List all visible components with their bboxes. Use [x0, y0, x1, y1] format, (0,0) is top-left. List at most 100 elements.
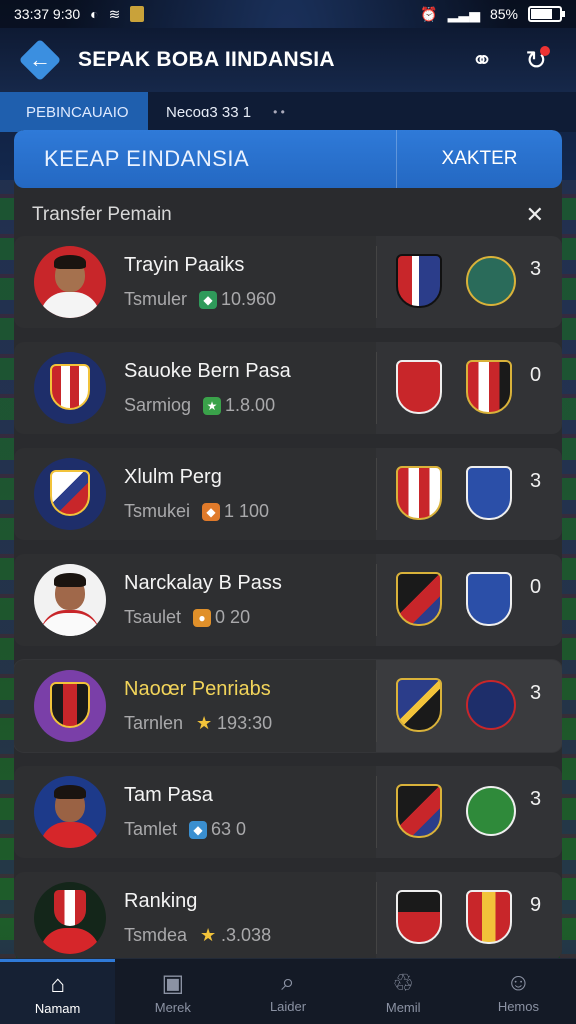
list-item[interactable]: Tam Pasa Tamlet ◆ 63 0 3	[14, 766, 562, 858]
row-count: 0	[530, 576, 542, 598]
star-icon: ★	[195, 713, 213, 733]
shield-icon: ◆	[199, 290, 218, 309]
row-count: 3	[530, 258, 542, 280]
club-crest-icon	[466, 890, 512, 944]
player-value: .3.038	[221, 925, 272, 945]
list-item[interactable]: Trayin Paaiks Tsmuler ◆ 10.960 3	[14, 236, 562, 328]
battery-icon	[528, 6, 565, 22]
club-crest-icon	[466, 572, 512, 626]
list-item[interactable]: Sauoke Bern Pasa Sarmiog ★ 1.8.00 0	[14, 342, 562, 434]
app-header: ← SEPAK BOBA IINDANSIA ⚭ ↻	[0, 28, 576, 92]
notification-dot	[540, 46, 550, 56]
subnav-tab-active[interactable]: PEBINCAUAIO	[0, 92, 148, 132]
player-avatar	[34, 776, 106, 848]
player-status: Tsmdea	[124, 925, 188, 945]
player-name: Ranking	[124, 890, 198, 912]
list-item[interactable]: Narckalay B Pass Tsaulet ● 0 20 0	[14, 554, 562, 646]
nav-label: Namam	[34, 1000, 81, 1016]
messenger-icon: ◐	[90, 6, 99, 22]
club-crest-icon	[396, 890, 442, 944]
coin-icon: ●	[193, 608, 212, 627]
recycle-icon: ♲	[392, 969, 414, 997]
subnav-item-count: 1	[242, 103, 252, 121]
tab-keeap-eindansia[interactable]: KEEAP EINDANSIA	[14, 146, 396, 172]
chain-link-icon: ⚭	[471, 44, 493, 75]
nav-item-memil[interactable]: ♲ Memil	[346, 959, 461, 1024]
signal-icon: ▂▃▅	[447, 5, 480, 22]
player-avatar	[34, 882, 106, 954]
player-name: Sauoke Bern Pasa	[124, 360, 291, 382]
nav-item-namam[interactable]: ⌂ Namam	[0, 959, 116, 1024]
player-value: 0 20	[215, 607, 251, 627]
player-status: Tsmukei	[124, 501, 191, 521]
club-crest-icon	[396, 572, 442, 626]
club-crest-icon	[466, 786, 516, 836]
nav-label: Laider	[269, 999, 307, 1014]
wifi-icon: ≋	[108, 5, 121, 22]
back-button[interactable]: ←	[18, 38, 62, 82]
player-status: Tsmuler	[124, 289, 188, 309]
row-count: 3	[530, 470, 542, 492]
subnav-item[interactable]: Necoɑ3 33 1	[166, 104, 251, 121]
star-icon: ★	[203, 396, 222, 415]
player-status: Tarnlen	[124, 713, 184, 733]
tab-xakter[interactable]: XAKTER	[396, 130, 562, 188]
list-item[interactable]: Ranking Tsmdea ★ .3.038 9	[14, 872, 562, 960]
player-status: Sarmiog	[124, 395, 192, 415]
notifications-button[interactable]: ↻	[516, 40, 556, 80]
player-status: Tamlet	[124, 819, 178, 839]
club-crest-icon	[396, 360, 442, 414]
list-item[interactable]: Xlulm Perg Tsmukei ◆ 1 100 3	[14, 448, 562, 540]
player-name: Trayin Paaiks	[124, 254, 245, 276]
club-crest-icon	[396, 254, 442, 308]
nav-item-laider[interactable]: ⌕ Laider	[230, 959, 345, 1024]
club-crest-icon	[466, 466, 512, 520]
page-title: SEPAK BOBA IINDANSIA	[78, 48, 335, 71]
player-list: Trayin Paaiks Tsmuler ◆ 10.960 3 Sauoke …	[14, 236, 562, 960]
nav-label: Memil	[385, 999, 421, 1015]
shield-icon: ◆	[202, 502, 221, 521]
player-name: Xlulm Perg	[124, 466, 222, 488]
app-notification-icon	[130, 6, 145, 22]
row-count: 9	[530, 894, 542, 916]
nav-item-merek[interactable]: ▣ Merek	[115, 959, 230, 1024]
status-bar: 33:37 9:30 ◐ ≋ ⏰ ▂▃▅ 85%	[0, 0, 576, 28]
club-avatar	[34, 670, 106, 742]
player-value: 1 100	[224, 501, 270, 521]
close-icon[interactable]: ✕	[526, 202, 544, 228]
nav-item-hemos[interactable]: ☺ Hemos	[461, 959, 576, 1024]
club-crest-icon	[396, 784, 442, 838]
arrow-left-icon: ←	[29, 47, 51, 72]
club-crest-icon	[396, 678, 442, 732]
player-name: Narckalay B Pass	[124, 572, 282, 594]
row-count: 3	[530, 788, 542, 810]
shield-icon: ◆	[189, 820, 208, 839]
player-status: Tsaulet	[124, 607, 182, 627]
player-value: 63 0	[211, 819, 247, 839]
transfer-panel: KEEAP EINDANSIA XAKTER Transfer Pemain ✕…	[14, 130, 562, 960]
star-icon: ★	[199, 925, 217, 945]
club-crest-icon	[466, 360, 512, 414]
player-name: Naoœr Penriabs	[124, 678, 271, 700]
club-crest-icon	[466, 256, 516, 306]
jar-icon: ▣	[161, 969, 185, 997]
player-value: 1.8.00	[225, 395, 276, 415]
player-name: Tam Pasa	[124, 784, 213, 806]
status-time: 33:37 9:30	[14, 6, 81, 22]
nav-label: Hemos	[497, 999, 539, 1014]
tab-bar: KEEAP EINDANSIA XAKTER	[14, 130, 562, 188]
row-count: 0	[530, 364, 542, 386]
link-button[interactable]: ⚭	[462, 40, 502, 80]
stadium-right-backdrop	[560, 180, 576, 960]
player-value: 10.960	[221, 289, 277, 309]
subnav-dots: • •	[273, 105, 285, 119]
player-value: 193:30	[217, 713, 273, 733]
battery-percent: 85%	[489, 6, 518, 22]
user-icon: ☺	[506, 969, 531, 996]
player-avatar	[34, 564, 106, 636]
sub-navigation: PEBINCAUAIO Necoɑ3 33 1 • •	[0, 92, 576, 132]
club-crest-icon	[396, 466, 442, 520]
list-item-highlighted[interactable]: Naoœr Penriabs Tarnlen ★ 193:30 3	[14, 660, 562, 752]
club-avatar	[34, 458, 106, 530]
subnav-item-label: Necoɑ3 33	[166, 103, 239, 121]
